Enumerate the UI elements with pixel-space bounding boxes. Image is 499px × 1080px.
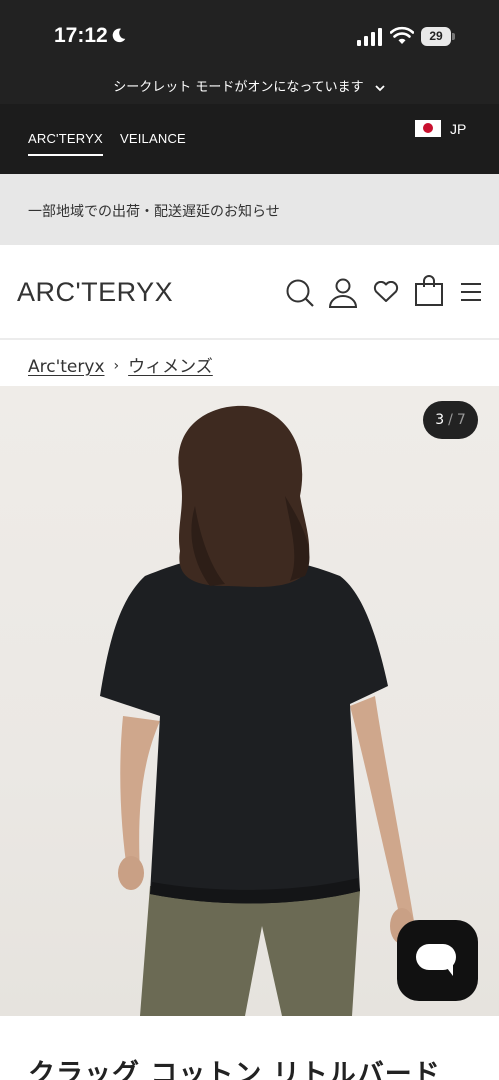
image-counter: 3/7 — [423, 401, 478, 439]
battery-icon: 29 — [421, 27, 455, 46]
brand-logo[interactable]: ARC'TERYX — [17, 277, 173, 308]
country-selector[interactable]: JP — [450, 121, 466, 137]
battery-level: 29 — [421, 27, 451, 46]
wishlist-heart-icon[interactable] — [373, 281, 399, 303]
status-bar: 17:12 29 — [0, 0, 499, 72]
shipping-notice[interactable]: 一部地域での出荷・配送遅延のお知らせ — [0, 174, 499, 245]
brand-bar: ARC'TERYX VEILANCE JP — [0, 104, 499, 174]
signal-icon — [357, 28, 382, 46]
breadcrumb-womens-link[interactable]: ウィメンズ — [128, 357, 213, 377]
site-header: ARC'TERYX — [0, 245, 499, 340]
japan-flag-icon[interactable] — [415, 120, 441, 137]
chat-button[interactable] — [397, 920, 478, 1001]
menu-icon[interactable] — [460, 282, 482, 302]
moon-icon — [112, 28, 126, 43]
breadcrumb-home-link[interactable]: Arc'teryx — [28, 357, 105, 377]
status-time: 17:12 — [54, 24, 108, 47]
notice-text: 一部地域での出荷・配送遅延のお知らせ — [28, 204, 280, 220]
incognito-banner[interactable]: シークレット モードがオンになっています — [0, 72, 499, 104]
tab-veilance[interactable]: VEILANCE — [120, 131, 186, 146]
account-icon[interactable] — [328, 277, 358, 309]
search-icon[interactable] — [285, 278, 315, 308]
incognito-message: シークレット モードがオンになっています — [113, 80, 364, 95]
chevron-down-icon — [375, 84, 385, 91]
breadcrumb: Arc'teryx › ウィメンズ — [28, 352, 213, 377]
product-title: クラッグ コットン リトルバード — [28, 1059, 441, 1080]
chevron-right-icon: › — [113, 358, 120, 374]
wifi-icon — [390, 26, 414, 44]
tab-arcteryx[interactable]: ARC'TERYX — [28, 131, 103, 156]
cart-bag-icon[interactable] — [414, 275, 444, 307]
